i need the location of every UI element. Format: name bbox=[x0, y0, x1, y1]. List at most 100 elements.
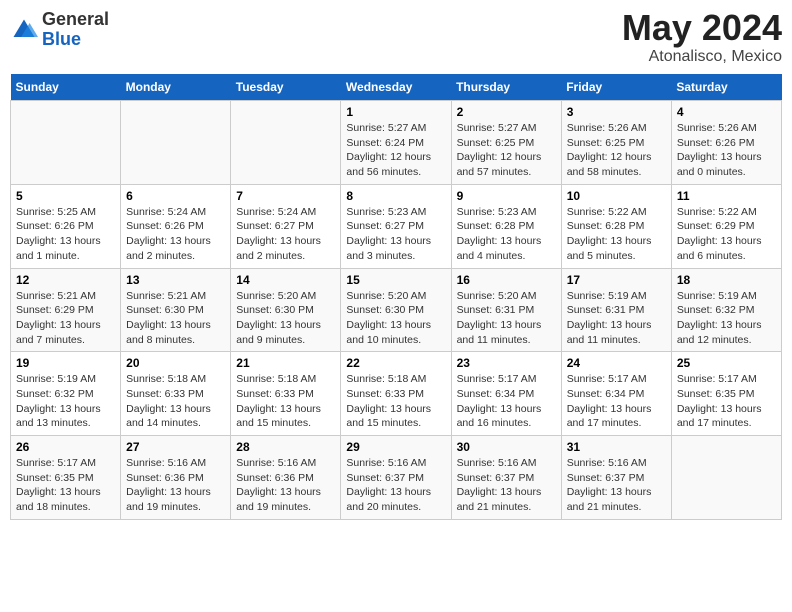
day-of-week-header: Friday bbox=[561, 74, 671, 101]
calendar-cell: 26 Sunrise: 5:17 AMSunset: 6:35 PMDayligh… bbox=[11, 436, 121, 520]
cell-details: Sunrise: 5:17 AMSunset: 6:34 PMDaylight:… bbox=[457, 372, 556, 431]
cell-details: Sunrise: 5:17 AMSunset: 6:35 PMDaylight:… bbox=[16, 456, 115, 515]
cell-details: Sunrise: 5:16 AMSunset: 6:36 PMDaylight:… bbox=[236, 456, 335, 515]
day-number: 22 bbox=[346, 356, 445, 370]
calendar-cell: 3 Sunrise: 5:26 AMSunset: 6:25 PMDaylight… bbox=[561, 101, 671, 185]
day-of-week-header: Saturday bbox=[671, 74, 781, 101]
cell-details: Sunrise: 5:22 AMSunset: 6:28 PMDaylight:… bbox=[567, 205, 666, 264]
day-number: 23 bbox=[457, 356, 556, 370]
day-number: 6 bbox=[126, 189, 225, 203]
calendar-week-row: 19Sunrise: 5:19 AMSunset: 6:32 PMDayligh… bbox=[11, 352, 782, 436]
cell-details: Sunrise: 5:18 AMSunset: 6:33 PMDaylight:… bbox=[236, 372, 335, 431]
calendar-week-row: 1 Sunrise: 5:27 AMSunset: 6:24 PMDaylight… bbox=[11, 101, 782, 185]
calendar-cell: 21Sunrise: 5:18 AMSunset: 6:33 PMDayligh… bbox=[231, 352, 341, 436]
day-number: 16 bbox=[457, 273, 556, 287]
day-number: 4 bbox=[677, 105, 776, 119]
calendar-cell: 23 Sunrise: 5:17 AMSunset: 6:34 PMDayligh… bbox=[451, 352, 561, 436]
cell-details: Sunrise: 5:22 AMSunset: 6:29 PMDaylight:… bbox=[677, 205, 776, 264]
calendar-cell: 19Sunrise: 5:19 AMSunset: 6:32 PMDayligh… bbox=[11, 352, 121, 436]
cell-details: Sunrise: 5:16 AMSunset: 6:37 PMDaylight:… bbox=[457, 456, 556, 515]
calendar-cell: 31 Sunrise: 5:16 AMSunset: 6:37 PMDayligh… bbox=[561, 436, 671, 520]
day-of-week-header: Thursday bbox=[451, 74, 561, 101]
day-number: 11 bbox=[677, 189, 776, 203]
cell-details: Sunrise: 5:24 AMSunset: 6:26 PMDaylight:… bbox=[126, 205, 225, 264]
day-of-week-header: Monday bbox=[121, 74, 231, 101]
calendar-cell: 1 Sunrise: 5:27 AMSunset: 6:24 PMDaylight… bbox=[341, 101, 451, 185]
calendar-cell: 4 Sunrise: 5:26 AMSunset: 6:26 PMDaylight… bbox=[671, 101, 781, 185]
cell-details: Sunrise: 5:21 AMSunset: 6:29 PMDaylight:… bbox=[16, 289, 115, 348]
calendar-cell: 20 Sunrise: 5:18 AMSunset: 6:33 PMDayligh… bbox=[121, 352, 231, 436]
day-number: 31 bbox=[567, 440, 666, 454]
day-number: 25 bbox=[677, 356, 776, 370]
calendar-cell: 11 Sunrise: 5:22 AMSunset: 6:29 PMDayligh… bbox=[671, 184, 781, 268]
calendar-week-row: 5Sunrise: 5:25 AMSunset: 6:26 PMDaylight… bbox=[11, 184, 782, 268]
day-number: 28 bbox=[236, 440, 335, 454]
logo-blue: Blue bbox=[42, 29, 81, 49]
day-number: 27 bbox=[126, 440, 225, 454]
calendar-cell: 24 Sunrise: 5:17 AMSunset: 6:34 PMDayligh… bbox=[561, 352, 671, 436]
calendar-cell: 17Sunrise: 5:19 AMSunset: 6:31 PMDayligh… bbox=[561, 268, 671, 352]
calendar-cell bbox=[231, 101, 341, 185]
calendar-cell: 9Sunrise: 5:23 AMSunset: 6:28 PMDaylight… bbox=[451, 184, 561, 268]
logo-general: General bbox=[42, 9, 109, 29]
cell-details: Sunrise: 5:23 AMSunset: 6:28 PMDaylight:… bbox=[457, 205, 556, 264]
day-number: 3 bbox=[567, 105, 666, 119]
cell-details: Sunrise: 5:17 AMSunset: 6:34 PMDaylight:… bbox=[567, 372, 666, 431]
calendar-cell: 6 Sunrise: 5:24 AMSunset: 6:26 PMDaylight… bbox=[121, 184, 231, 268]
calendar-cell: 18Sunrise: 5:19 AMSunset: 6:32 PMDayligh… bbox=[671, 268, 781, 352]
calendar-cell: 15Sunrise: 5:20 AMSunset: 6:30 PMDayligh… bbox=[341, 268, 451, 352]
day-number: 26 bbox=[16, 440, 115, 454]
day-number: 30 bbox=[457, 440, 556, 454]
day-number: 1 bbox=[346, 105, 445, 119]
cell-details: Sunrise: 5:26 AMSunset: 6:26 PMDaylight:… bbox=[677, 121, 776, 180]
day-number: 24 bbox=[567, 356, 666, 370]
calendar-cell: 13 Sunrise: 5:21 AMSunset: 6:30 PMDayligh… bbox=[121, 268, 231, 352]
cell-details: Sunrise: 5:21 AMSunset: 6:30 PMDaylight:… bbox=[126, 289, 225, 348]
month-title: May 2024 bbox=[622, 10, 782, 46]
cell-details: Sunrise: 5:26 AMSunset: 6:25 PMDaylight:… bbox=[567, 121, 666, 180]
location: Atonalisco, Mexico bbox=[622, 48, 782, 66]
cell-details: Sunrise: 5:27 AMSunset: 6:24 PMDaylight:… bbox=[346, 121, 445, 180]
calendar-cell: 14Sunrise: 5:20 AMSunset: 6:30 PMDayligh… bbox=[231, 268, 341, 352]
cell-details: Sunrise: 5:19 AMSunset: 6:31 PMDaylight:… bbox=[567, 289, 666, 348]
cell-details: Sunrise: 5:16 AMSunset: 6:37 PMDaylight:… bbox=[346, 456, 445, 515]
day-of-week-header: Tuesday bbox=[231, 74, 341, 101]
calendar-cell: 5Sunrise: 5:25 AMSunset: 6:26 PMDaylight… bbox=[11, 184, 121, 268]
day-number: 19 bbox=[16, 356, 115, 370]
cell-details: Sunrise: 5:18 AMSunset: 6:33 PMDaylight:… bbox=[346, 372, 445, 431]
cell-details: Sunrise: 5:24 AMSunset: 6:27 PMDaylight:… bbox=[236, 205, 335, 264]
calendar-table: SundayMondayTuesdayWednesdayThursdayFrid… bbox=[10, 74, 782, 520]
day-number: 12 bbox=[16, 273, 115, 287]
calendar-cell: 2Sunrise: 5:27 AMSunset: 6:25 PMDaylight… bbox=[451, 101, 561, 185]
day-number: 18 bbox=[677, 273, 776, 287]
calendar-cell: 10 Sunrise: 5:22 AMSunset: 6:28 PMDayligh… bbox=[561, 184, 671, 268]
calendar-cell bbox=[671, 436, 781, 520]
calendar-cell: 7 Sunrise: 5:24 AMSunset: 6:27 PMDaylight… bbox=[231, 184, 341, 268]
logo-text: General Blue bbox=[42, 10, 109, 50]
day-number: 8 bbox=[346, 189, 445, 203]
day-number: 10 bbox=[567, 189, 666, 203]
calendar-cell: 27 Sunrise: 5:16 AMSunset: 6:36 PMDayligh… bbox=[121, 436, 231, 520]
calendar-cell: 8Sunrise: 5:23 AMSunset: 6:27 PMDaylight… bbox=[341, 184, 451, 268]
logo-icon bbox=[10, 16, 38, 44]
calendar-cell: 29 Sunrise: 5:16 AMSunset: 6:37 PMDayligh… bbox=[341, 436, 451, 520]
cell-details: Sunrise: 5:27 AMSunset: 6:25 PMDaylight:… bbox=[457, 121, 556, 180]
calendar-header-row: SundayMondayTuesdayWednesdayThursdayFrid… bbox=[11, 74, 782, 101]
logo: General Blue bbox=[10, 10, 109, 50]
cell-details: Sunrise: 5:17 AMSunset: 6:35 PMDaylight:… bbox=[677, 372, 776, 431]
day-number: 13 bbox=[126, 273, 225, 287]
title-block: May 2024 Atonalisco, Mexico bbox=[622, 10, 782, 66]
calendar-week-row: 12 Sunrise: 5:21 AMSunset: 6:29 PMDayligh… bbox=[11, 268, 782, 352]
day-number: 29 bbox=[346, 440, 445, 454]
day-number: 5 bbox=[16, 189, 115, 203]
cell-details: Sunrise: 5:16 AMSunset: 6:36 PMDaylight:… bbox=[126, 456, 225, 515]
calendar-cell: 28 Sunrise: 5:16 AMSunset: 6:36 PMDayligh… bbox=[231, 436, 341, 520]
day-number: 20 bbox=[126, 356, 225, 370]
calendar-cell bbox=[11, 101, 121, 185]
day-number: 7 bbox=[236, 189, 335, 203]
cell-details: Sunrise: 5:16 AMSunset: 6:37 PMDaylight:… bbox=[567, 456, 666, 515]
calendar-cell bbox=[121, 101, 231, 185]
cell-details: Sunrise: 5:18 AMSunset: 6:33 PMDaylight:… bbox=[126, 372, 225, 431]
calendar-cell: 30 Sunrise: 5:16 AMSunset: 6:37 PMDayligh… bbox=[451, 436, 561, 520]
day-number: 15 bbox=[346, 273, 445, 287]
